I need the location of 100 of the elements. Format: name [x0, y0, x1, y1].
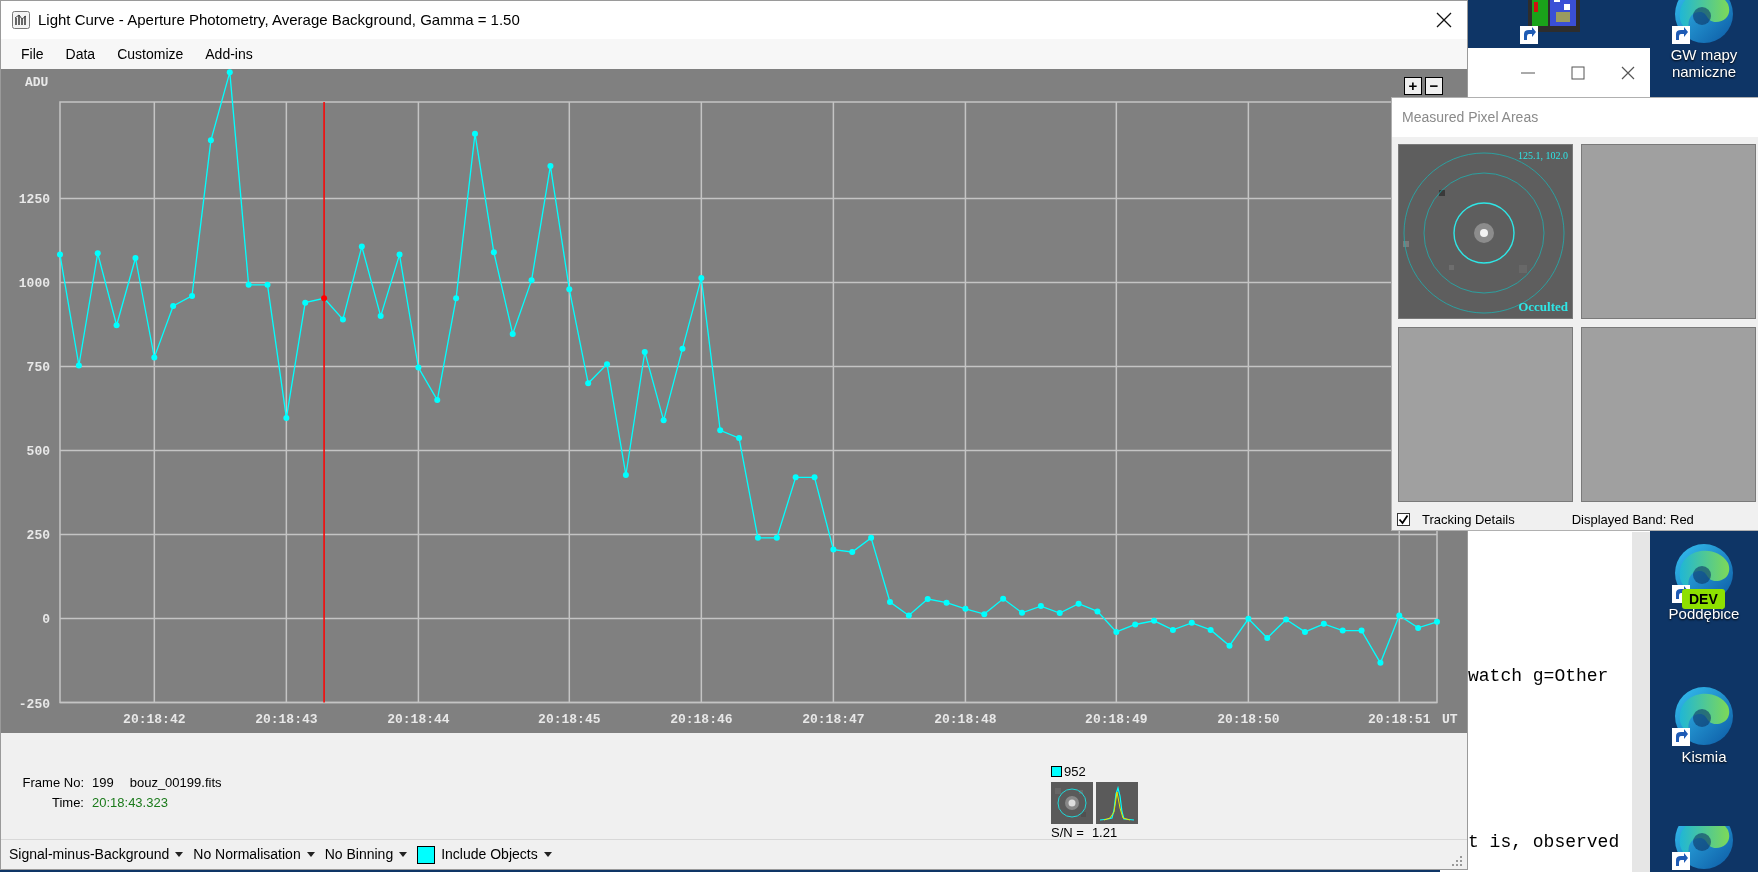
data-point[interactable]	[321, 295, 328, 302]
data-point[interactable]	[622, 472, 629, 478]
data-point[interactable]	[773, 534, 780, 541]
swirl-app-icon[interactable]	[1672, 826, 1736, 872]
dropdown-button[interactable]: Signal-minus-Background	[9, 842, 184, 867]
data-point[interactable]	[453, 295, 460, 302]
data-point[interactable]	[868, 534, 875, 541]
data-point[interactable]	[302, 299, 309, 306]
data-point[interactable]	[679, 345, 686, 352]
data-point[interactable]	[1056, 610, 1063, 617]
x-axis-tick-label: 20:18:42	[123, 712, 186, 727]
swirl-app-icon[interactable]	[1672, 0, 1736, 46]
caret-icon	[306, 852, 315, 857]
data-point[interactable]	[1151, 617, 1158, 624]
dropdown-button[interactable]: No Binning	[324, 842, 408, 867]
data-point[interactable]	[1415, 624, 1422, 631]
data-point[interactable]	[698, 275, 705, 282]
window-title: Light Curve - Aperture Photometry, Average Background, Gamma = 1.50	[38, 9, 520, 30]
data-point[interactable]	[358, 243, 365, 250]
dropdown-button[interactable]: Include Objects	[417, 842, 552, 867]
data-point[interactable]	[1132, 621, 1139, 628]
data-point[interactable]	[132, 254, 139, 261]
data-point[interactable]	[1320, 620, 1327, 627]
data-point[interactable]	[1245, 615, 1252, 622]
menu-item[interactable]: Customize	[107, 41, 194, 67]
data-point[interactable]	[170, 303, 177, 309]
zoom-in-button[interactable]: +	[1404, 77, 1422, 95]
data-point[interactable]	[1283, 616, 1290, 623]
data-point[interactable]	[509, 330, 516, 337]
data-point[interactable]	[94, 250, 101, 257]
data-point[interactable]	[641, 349, 648, 356]
data-point[interactable]	[1075, 600, 1082, 607]
data-point[interactable]	[1339, 627, 1346, 634]
x-axis-tick-label: 20:18:46	[670, 712, 733, 727]
data-point[interactable]	[717, 427, 724, 434]
data-point[interactable]	[754, 534, 761, 541]
zoom-out-button[interactable]: −	[1425, 77, 1443, 95]
data-point[interactable]	[660, 417, 667, 424]
data-point[interactable]	[207, 137, 214, 144]
data-point[interactable]	[1037, 603, 1044, 610]
data-point[interactable]	[981, 611, 988, 618]
data-point[interactable]	[113, 322, 120, 329]
menu-item[interactable]: Data	[55, 41, 106, 67]
data-point[interactable]	[1301, 628, 1308, 635]
data-point[interactable]	[1094, 608, 1101, 615]
data-point[interactable]	[151, 354, 158, 361]
resize-grip-icon[interactable]	[1451, 855, 1463, 867]
data-point[interactable]	[604, 361, 611, 368]
data-point[interactable]	[1019, 609, 1025, 616]
tracking-details-checkbox[interactable]: Tracking Details	[1397, 510, 1515, 530]
swirl-app-icon[interactable]	[1672, 684, 1736, 748]
data-point[interactable]	[943, 599, 950, 606]
data-point[interactable]	[245, 281, 252, 288]
data-point[interactable]	[585, 380, 592, 387]
dropdown-button[interactable]: No Normalisation	[193, 842, 315, 867]
aperture-label: Occulted	[1518, 297, 1568, 316]
menu-item[interactable]: Add-ins	[195, 41, 263, 67]
data-point[interactable]	[962, 605, 969, 612]
data-point[interactable]	[566, 286, 573, 293]
data-point[interactable]	[849, 548, 856, 555]
data-point[interactable]	[1434, 618, 1440, 625]
data-point[interactable]	[792, 474, 799, 481]
data-point[interactable]	[1396, 612, 1403, 619]
data-point[interactable]	[264, 281, 271, 288]
data-point[interactable]	[1264, 635, 1271, 641]
data-point[interactable]	[189, 292, 196, 299]
caret-icon	[175, 852, 184, 857]
data-point[interactable]	[283, 414, 290, 421]
x-axis-tick-label: 20:18:45	[538, 712, 601, 727]
data-point[interactable]	[75, 362, 82, 369]
data-point[interactable]	[226, 69, 233, 76]
data-point[interactable]	[830, 546, 837, 553]
data-point[interactable]	[339, 316, 346, 323]
x-axis-tick-label: 20:18:48	[934, 712, 997, 727]
data-point[interactable]	[1207, 626, 1214, 633]
data-point[interactable]	[434, 397, 441, 404]
data-point[interactable]	[736, 435, 743, 442]
data-point[interactable]	[396, 251, 403, 258]
data-point[interactable]	[1358, 627, 1365, 634]
data-point[interactable]	[905, 612, 912, 619]
menu-item[interactable]: File	[11, 41, 54, 67]
scrollbar[interactable]	[1632, 532, 1650, 872]
data-point[interactable]	[547, 162, 554, 169]
caret-icon	[399, 852, 408, 857]
data-point[interactable]	[1188, 619, 1195, 626]
data-point[interactable]	[377, 313, 384, 320]
data-point[interactable]	[472, 130, 478, 137]
data-point[interactable]	[886, 599, 893, 606]
data-point[interactable]	[1000, 595, 1007, 602]
data-point[interactable]	[1377, 659, 1384, 666]
data-point[interactable]	[811, 474, 818, 481]
data-point[interactable]	[1226, 642, 1233, 649]
data-point[interactable]	[924, 596, 931, 602]
snr-label: S/N =	[1051, 825, 1084, 841]
data-point[interactable]	[1169, 626, 1176, 633]
data-point[interactable]	[57, 251, 63, 258]
data-point[interactable]	[415, 364, 422, 371]
data-point[interactable]	[490, 249, 497, 256]
data-point[interactable]	[1113, 628, 1120, 635]
data-point[interactable]	[528, 277, 535, 284]
